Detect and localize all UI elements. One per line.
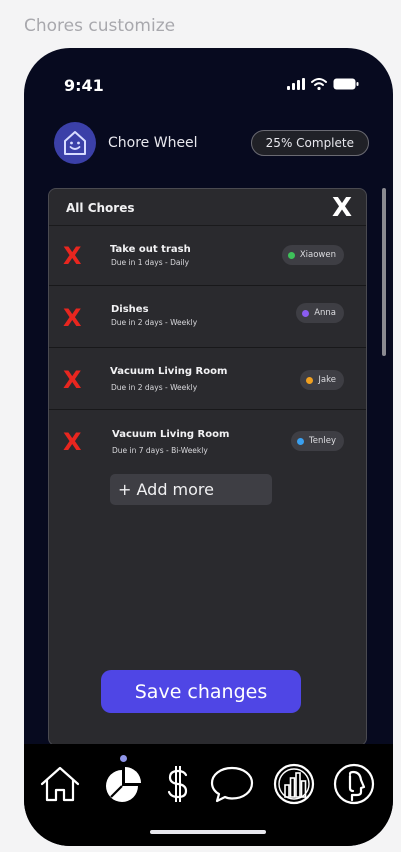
dollar-icon: [167, 766, 188, 802]
chat-bubble-icon: [210, 766, 254, 803]
chore-due: Due in 1 days - Daily: [111, 258, 190, 267]
chore-due: Due in 7 days - Bi-Weekly: [112, 446, 208, 455]
chore-row: X Vacuum Living Room Due in 2 days - Wee…: [49, 348, 366, 410]
tab-bar: [24, 744, 393, 846]
remove-chore-button[interactable]: X: [63, 304, 82, 332]
pie-chart-icon: [106, 767, 141, 802]
remove-chore-button[interactable]: X: [63, 242, 82, 270]
phone-screen: 9:41 Chore Wheel 25% Complete All Chores…: [24, 48, 393, 846]
add-more-button[interactable]: + Add more: [110, 474, 272, 505]
chore-name: Vacuum Living Room: [112, 429, 230, 440]
progress-badge: 25% Complete: [250, 130, 369, 156]
remove-chore-button[interactable]: X: [63, 366, 82, 394]
chore-due: Due in 2 days - Weekly: [111, 318, 198, 327]
chore-name: Vacuum Living Room: [110, 366, 228, 377]
app-title: Chore Wheel: [108, 135, 198, 151]
panel-title: All Chores: [66, 201, 135, 215]
chore-row: X Take out trash Due in 1 days - Daily X…: [49, 226, 366, 286]
chore-name: Take out trash: [110, 244, 191, 255]
home-indicator: [150, 830, 266, 834]
assignee-badge[interactable]: Xiaowen: [281, 245, 344, 265]
battery-icon: [333, 78, 359, 90]
app-logo: [54, 122, 96, 164]
assignee-badge[interactable]: Jake: [300, 370, 344, 390]
frame-label: Chores customize: [24, 16, 176, 36]
remove-chore-button[interactable]: X: [63, 428, 82, 456]
tab-chat[interactable]: [208, 760, 256, 808]
signal-icon: [287, 78, 305, 90]
house-smile-icon: [64, 131, 86, 155]
tab-profile[interactable]: [330, 760, 378, 808]
chore-row: X Dishes Due in 2 days - Weekly Anna: [49, 286, 366, 348]
chore-row: X Vacuum Living Room Due in 7 days - Bi-…: [49, 410, 366, 610]
home-icon: [40, 766, 80, 802]
assignee-color-dot: [306, 376, 314, 384]
assignee-color-dot: [287, 251, 295, 259]
panel-header: All Chores X: [49, 189, 366, 226]
assignee-name: Tenley: [309, 436, 336, 446]
tab-stats[interactable]: [270, 760, 318, 808]
scrollbar[interactable]: [382, 188, 386, 356]
close-button[interactable]: X: [332, 193, 352, 223]
tab-wheel[interactable]: [100, 760, 148, 808]
tab-payments[interactable]: [154, 760, 202, 808]
chore-due: Due in 2 days - Weekly: [111, 383, 198, 392]
assignee-badge[interactable]: Tenley: [291, 431, 344, 451]
assignee-color-dot: [297, 437, 304, 445]
assignee-name: Xiaowen: [299, 250, 336, 260]
profile-icon: [333, 763, 375, 805]
chores-panel: All Chores X X Take out trash Due in 1 d…: [48, 188, 367, 746]
bar-chart-icon: [273, 763, 315, 805]
save-changes-button[interactable]: Save changes: [101, 670, 301, 713]
status-icons: [287, 78, 359, 90]
assignee-name: Jake: [318, 375, 336, 385]
tab-home[interactable]: [36, 760, 84, 808]
assignee-badge[interactable]: Anna: [296, 303, 344, 323]
assignee-color-dot: [302, 309, 310, 317]
chore-name: Dishes: [111, 304, 149, 315]
status-time: 9:41: [64, 76, 104, 95]
assignee-name: Anna: [314, 308, 336, 318]
wifi-icon: [311, 78, 327, 90]
